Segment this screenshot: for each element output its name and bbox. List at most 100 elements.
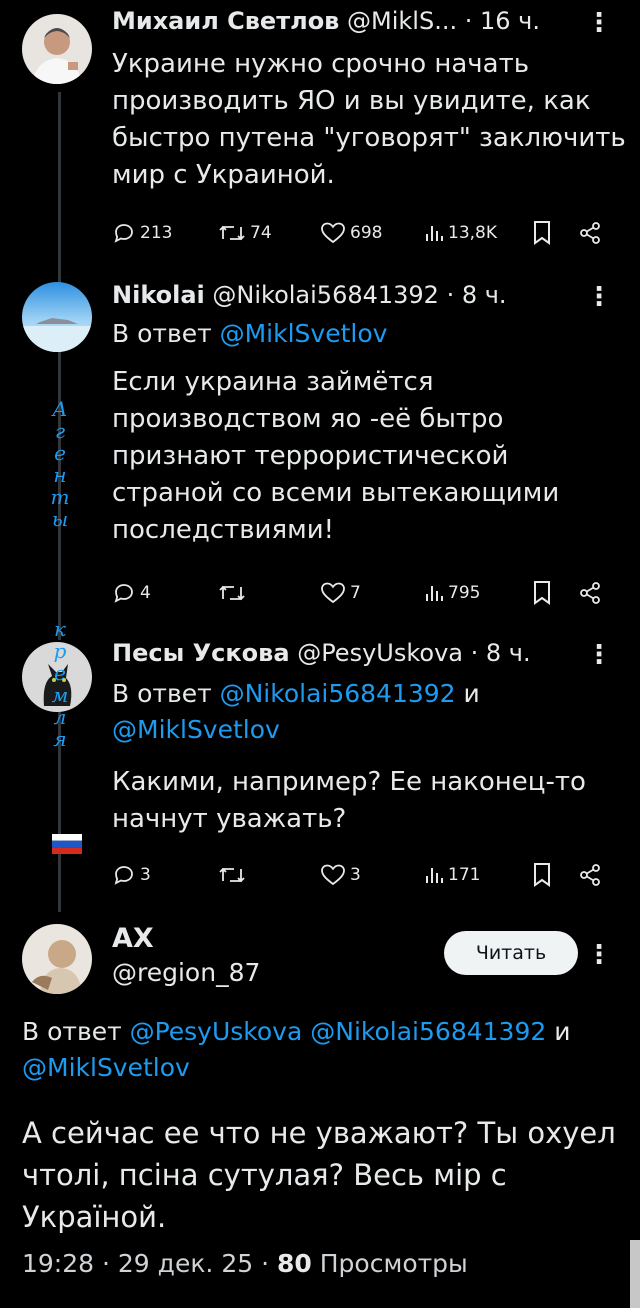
mention-link[interactable]: @Nikolai56841392 [310,1017,546,1046]
reply-icon [114,224,133,243]
like-count: 698 [350,223,383,243]
share-icon [580,222,600,244]
heart-icon [321,582,345,604]
tweet-header: Михаил Светлов @MiklS... · 16 ч. [112,6,540,36]
repost-button[interactable] [218,578,246,608]
views-count: 13,8K [448,223,497,243]
overlay-letter: ы [51,507,69,531]
tweet-time[interactable]: · 8 ч. [471,639,531,667]
reply-button[interactable]: 3 [112,860,151,890]
tweet-header: Nikolai @Nikolai56841392 · 8 ч. [112,280,507,310]
views-icon [426,226,443,241]
reply-count: 3 [140,865,151,885]
avatar[interactable] [22,924,92,994]
repost-button[interactable]: 74 [218,218,272,248]
views-icon [426,586,443,601]
like-count: 3 [350,865,361,885]
overlay-letter: н [53,463,67,487]
author-name[interactable]: Песы Ускова [112,639,290,667]
author-handle[interactable]: @PesyUskova [297,639,463,667]
overlay-letter: м [51,683,69,707]
main-tweet-handle[interactable]: @region_87 [112,958,260,988]
share-button[interactable] [578,218,602,248]
overlay-letter: л [53,705,67,729]
mention-link[interactable]: @Nikolai56841392 [220,679,456,708]
overlay-vertical-text: к р е м л я [50,618,70,750]
tweet-time[interactable]: 19:28 [22,1249,94,1278]
overlay-letter: т [50,485,70,509]
mention-link[interactable]: @MiklSvetlov [112,715,280,744]
share-icon [580,582,600,604]
bookmark-icon [534,581,550,605]
scrollbar[interactable] [630,1240,640,1308]
tweet-actions: 3 3 171 [112,860,612,890]
reply-button[interactable]: 213 [112,218,172,248]
tweet-actions: 4 7 795 [112,578,612,608]
bookmark-button[interactable] [532,578,552,608]
repost-count: 74 [250,223,272,243]
overlay-letter: я [53,727,67,751]
views-button[interactable]: 171 [424,860,480,890]
tweet-time[interactable]: · 8 ч. [447,281,507,309]
more-options-icon[interactable]: ⋮ [586,642,612,668]
bookmark-button[interactable] [532,218,552,248]
reply-prefix: В ответ [112,319,212,348]
overlay-letter: е [54,441,66,465]
overlay-letter: г [54,419,66,443]
heart-icon [321,222,345,244]
bookmark-button[interactable] [532,860,552,890]
views-button[interactable]: 13,8K [424,218,497,248]
author-handle[interactable]: @MiklS... [347,7,457,35]
tweet-header: Песы Ускова @PesyUskova · 8 ч. [112,638,531,668]
mention-link[interactable]: @MiklSvetlov [220,319,388,348]
reply-button[interactable]: 4 [112,578,151,608]
repost-icon [219,585,245,601]
tweet-text: Украине нужно срочно начать производить … [112,49,626,190]
mention-link[interactable]: @PesyUskova [130,1017,303,1046]
repost-icon [219,225,245,241]
author-handle[interactable]: @Nikolai56841392 [212,281,439,309]
follow-button[interactable]: Читать [444,931,578,975]
reply-context: В ответ @Nikolai56841392 и @MiklSvetlov [112,676,612,748]
main-tweet-name[interactable]: АХ [112,924,154,954]
tweet-time[interactable]: · 16 ч. [465,7,540,35]
overlay-letter: р [53,639,67,663]
reply-context: В ответ @MiklSvetlov [112,316,387,352]
like-count: 7 [350,583,361,603]
share-icon [580,864,600,886]
avatar[interactable] [22,14,92,84]
tweet-text: Если украина займётся производством яо -… [112,367,560,545]
views-count: 795 [448,583,481,603]
share-button[interactable] [578,578,602,608]
more-options-icon[interactable]: ⋮ [586,10,612,36]
russian-flag-icon [52,834,82,854]
overlay-letter: к [54,617,66,641]
more-options-icon[interactable]: ⋮ [586,284,612,310]
reply-and: и [463,679,480,708]
repost-button[interactable] [218,860,246,890]
overlay-vertical-text: А г е н т ы [50,398,70,530]
tweet-text: Какими, например? Ее наконец-то начнут у… [112,767,586,834]
author-handle[interactable]: @region_87 [112,958,260,987]
bookmark-icon [534,863,550,887]
more-options-icon[interactable]: ⋮ [586,942,612,968]
avatar[interactable] [22,282,92,352]
reply-prefix: В ответ [22,1017,122,1046]
reply-prefix: В ответ [112,679,212,708]
like-button[interactable]: 698 [320,218,382,248]
heart-icon [321,864,345,886]
views-button[interactable]: 795 [424,578,480,608]
author-name[interactable]: Михаил Светлов [112,7,339,35]
reply-context: В ответ @PesyUskova @Nikolai56841392 и @… [22,1014,632,1086]
author-name[interactable]: АХ [112,923,154,954]
overlay-letter: е [54,661,66,685]
tweet-date[interactable]: 29 дек. 25 [118,1249,253,1278]
share-button[interactable] [578,860,602,890]
author-name[interactable]: Nikolai [112,281,205,309]
reply-icon [114,866,133,885]
tweet-meta: 19:28 · 29 дек. 25 · 80 Просмотры [22,1249,468,1278]
reply-icon [114,584,133,603]
like-button[interactable]: 3 [320,860,361,890]
mention-link[interactable]: @MiklSvetlov [22,1053,190,1082]
like-button[interactable]: 7 [320,578,361,608]
